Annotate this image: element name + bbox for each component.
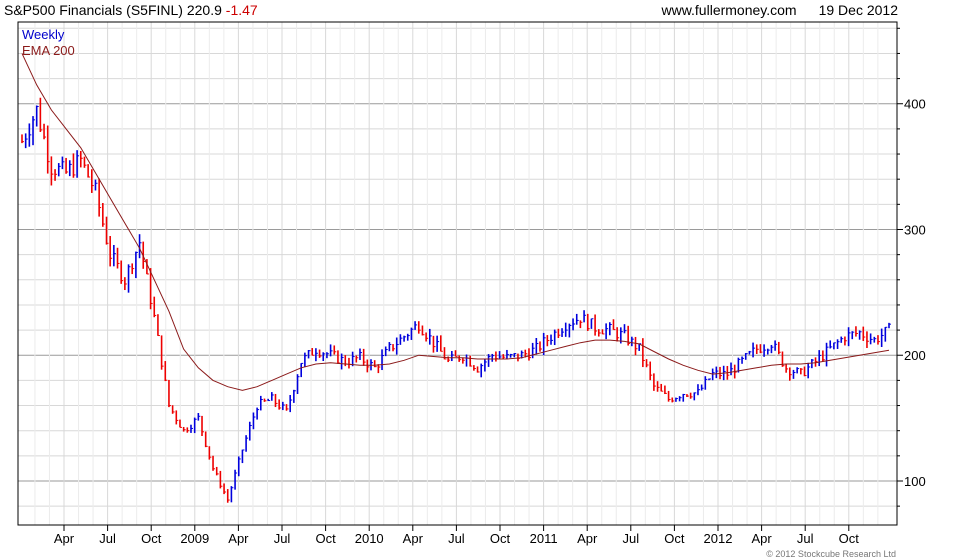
x-tick-label: Jul xyxy=(99,531,116,546)
x-tick-label: Oct xyxy=(839,531,860,546)
axes: 100 200 300 400 Apr Jul Oct 2009 Apr Jul Oct 2010 Ap… xyxy=(54,27,926,546)
x-tick-label: Apr xyxy=(54,531,75,546)
x-tick-label: Oct xyxy=(664,531,685,546)
x-tick-label: 2010 xyxy=(355,531,384,546)
legend: Weekly EMA 200 xyxy=(22,27,75,59)
x-tick-label: Jul xyxy=(797,531,814,546)
price-chart: 100 200 300 400 Apr Jul Oct 2009 Apr Jul Oct 2010 Ap… xyxy=(17,21,926,546)
x-tick-label: Apr xyxy=(577,531,598,546)
y-tick-label: 200 xyxy=(904,348,926,363)
x-tick-label: Jul xyxy=(274,531,291,546)
y-tick-label: 100 xyxy=(904,474,926,489)
copyright: © 2012 Stockcube Research Ltd xyxy=(766,549,896,559)
legend-weekly: Weekly xyxy=(22,27,65,42)
x-tick-label: 2012 xyxy=(704,531,733,546)
x-tick-label: Apr xyxy=(751,531,772,546)
x-tick-label: Oct xyxy=(315,531,336,546)
x-tick-label: Apr xyxy=(403,531,424,546)
x-tick-label: Oct xyxy=(490,531,511,546)
x-tick-label: 2011 xyxy=(530,531,558,546)
x-tick-label: Jul xyxy=(448,531,465,546)
x-tick-label: Oct xyxy=(141,531,162,546)
legend-ema: EMA 200 xyxy=(22,43,75,58)
y-tick-label: 300 xyxy=(904,222,926,237)
y-tick-label: 400 xyxy=(904,97,926,112)
x-tick-label: Apr xyxy=(228,531,249,546)
x-tick-label: 2009 xyxy=(180,531,209,546)
x-tick-label: Jul xyxy=(622,531,639,546)
